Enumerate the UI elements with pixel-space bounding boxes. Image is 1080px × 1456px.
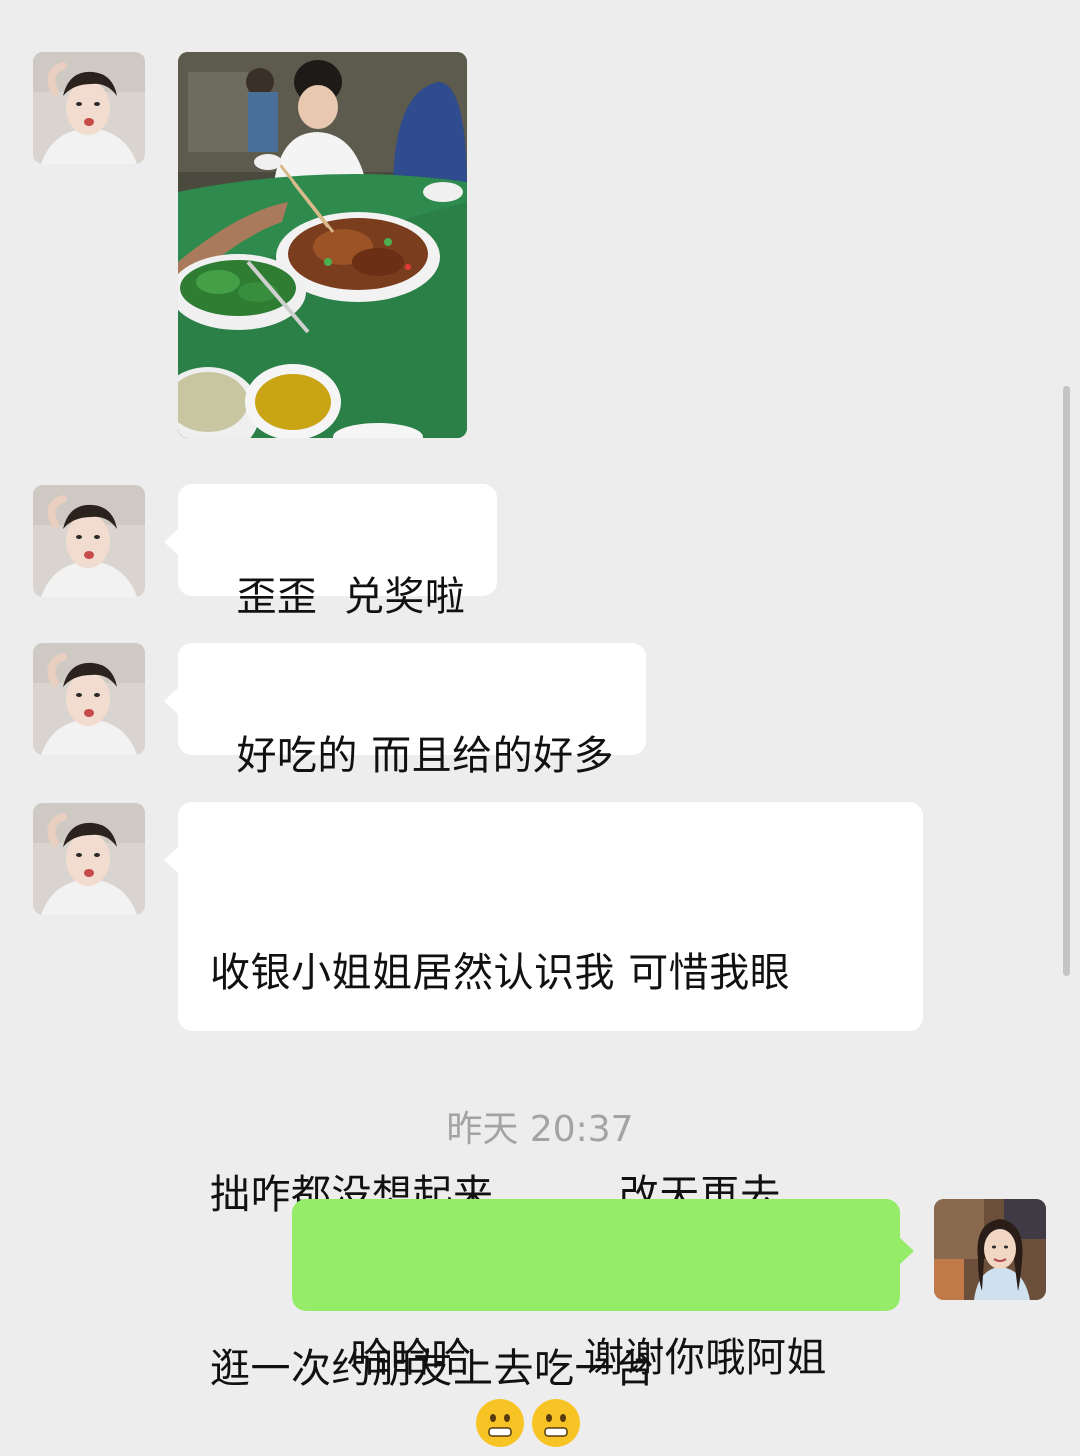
message-text: 好吃的 而且给的好多 — [236, 733, 615, 779]
message-bubble[interactable]: 歪歪 兑奖啦 — [163, 484, 498, 620]
chat-scrollbar[interactable] — [1063, 386, 1070, 976]
grimace-emoji-icon — [530, 1281, 582, 1447]
friend-avatar[interactable] — [33, 803, 145, 915]
my-avatar[interactable] — [934, 1199, 1046, 1300]
message-text: 谢谢你哦阿姐 — [583, 1335, 827, 1381]
my-message-bubble[interactable]: 哈哈哈 谢谢你哦阿姐 — [292, 1199, 914, 1447]
grimace-emoji-icon — [474, 1281, 526, 1447]
message-text-line: 收银小姐姐居然认识我 可惜我眼 — [210, 950, 791, 996]
friend-avatar[interactable] — [33, 643, 145, 755]
message-bubble[interactable]: 收银小姐姐居然认识我 可惜我眼 拙咋都没想起来 改天再去 逛一次约朋友上去吃一台 — [164, 802, 923, 1392]
message-text: 哈哈哈 — [350, 1335, 472, 1381]
message-timestamp: 昨天 20:37 — [446, 1109, 634, 1150]
shared-photo[interactable] — [178, 52, 467, 438]
friend-avatar[interactable] — [33, 485, 145, 597]
friend-avatar[interactable] — [33, 52, 145, 164]
message-text: 歪歪 兑奖啦 — [236, 574, 466, 620]
message-bubble[interactable]: 好吃的 而且给的好多 — [163, 643, 647, 779]
